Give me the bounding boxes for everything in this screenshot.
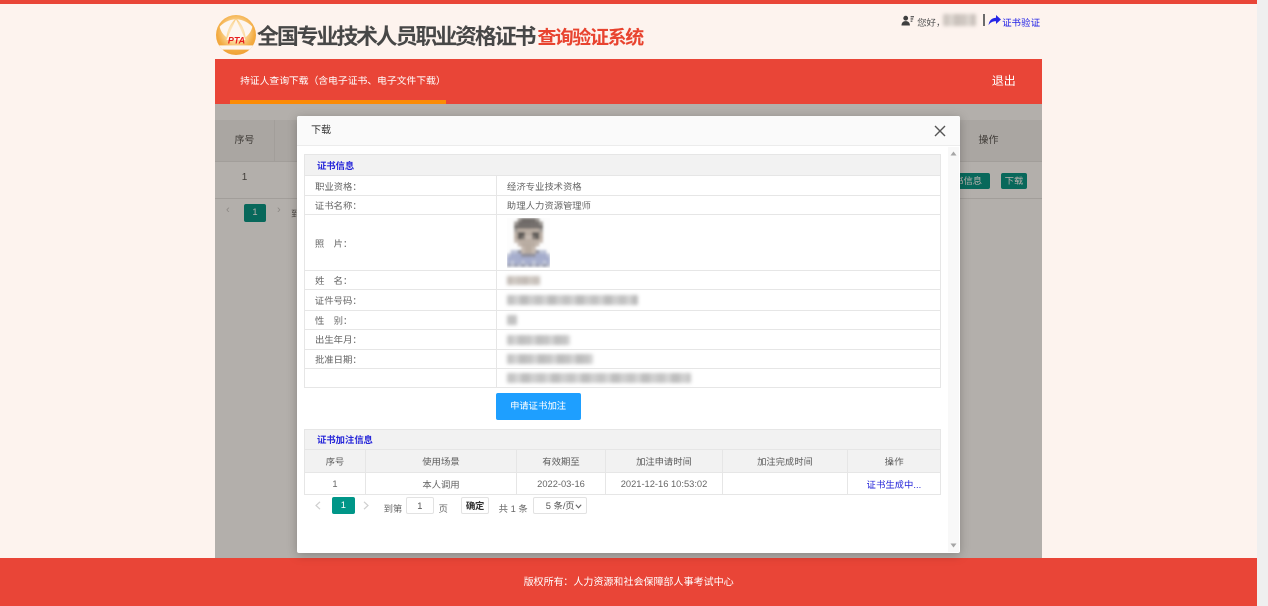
svg-text:PTA: PTA: [228, 36, 245, 46]
